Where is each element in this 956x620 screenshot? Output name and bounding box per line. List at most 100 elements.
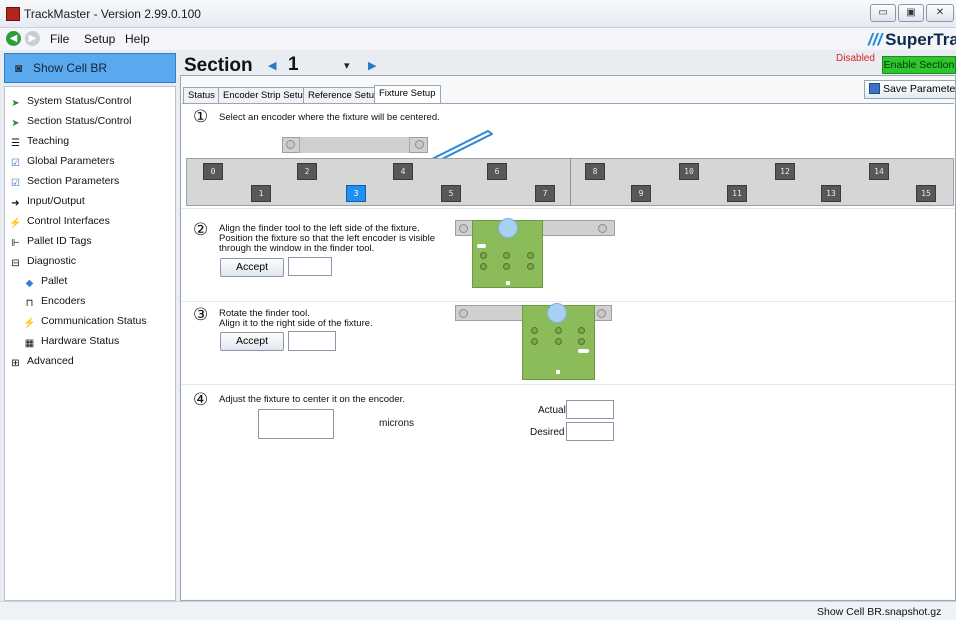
menu-help[interactable]: Help [125,32,150,46]
encoder-button-5[interactable]: 5 [441,185,461,202]
sidebar-item-label: Advanced [27,355,74,367]
sidebar-item-label: Pallet ID Tags [27,235,92,247]
section-prev-button[interactable]: ◀ [268,59,276,72]
encoder-button-14[interactable]: 14 [869,163,889,180]
teaching-icon: ☰ [11,138,20,149]
adjust-value-field[interactable] [258,409,334,439]
sidebar-item-input-output[interactable]: ➜ Input/Output [9,191,179,211]
fixture-slot [477,244,486,248]
checkbox-icon: ☑ [11,158,20,169]
status-arrow-icon: ➤ [11,98,20,109]
collapse-minus-icon[interactable]: ⊟ [9,258,22,270]
sidebar-item-encoders[interactable]: ⊓ Encoders [23,291,193,311]
show-cell-button[interactable]: ◙ Show Cell BR [4,53,176,83]
sidebar-item-diagnostic[interactable]: ⊟ Diagnostic [9,251,179,271]
sidebar-item-teaching[interactable]: ☰ Teaching [9,131,179,151]
sidebar-item-label: Hardware Status [41,335,120,347]
encoder-button-13[interactable]: 13 [821,185,841,202]
encoder-button-2[interactable]: 2 [297,163,317,180]
sidebar-item-label: Teaching [27,135,70,147]
fixture-marker [556,370,560,374]
app-logo-icon [6,7,20,21]
section-next-button[interactable]: ▶ [368,59,376,72]
tab-status[interactable]: Status [183,87,220,103]
fixture-hole [503,263,510,270]
expand-plus-icon[interactable]: ⊞ [9,358,22,370]
sidebar-item-pallet[interactable]: ◆ Pallet [23,271,193,291]
tab-fixture-setup[interactable]: Fixture Setup [374,85,441,104]
save-parameters-button[interactable]: Save Parameters [864,80,956,99]
tab-reference-setup[interactable]: Reference Setup [303,87,385,103]
sidebar-item-label: System Status/Control [27,95,132,107]
fixture-hole [527,263,534,270]
fixture-hole [578,338,585,345]
step-3-accept-button[interactable]: Accept [220,332,284,351]
finder-right-dot [598,224,607,233]
encoder-button-9[interactable]: 9 [631,185,651,202]
fixture-marker [506,281,510,285]
step-divider [182,384,954,385]
status-arrow-icon: ➤ [11,118,20,129]
step-2-value-field[interactable] [288,257,332,276]
section-number[interactable]: 1 [288,54,299,76]
encoder-button-1[interactable]: 1 [251,185,271,202]
encoder-button-7[interactable]: 7 [535,185,555,202]
encoder-icon: ⊓ [25,298,34,309]
close-button[interactable]: ✕ [926,4,954,22]
sidebar-item-global-parameters[interactable]: ☑ Global Parameters [9,151,179,171]
fixture-hole [555,338,562,345]
save-parameters-label: Save Parameters [883,83,956,95]
desired-label: Desired [530,427,565,438]
encoder-button-3[interactable]: 3 [346,185,366,202]
sidebar-item-system-status[interactable]: ➤ System Status/Control [9,91,179,111]
desired-value-field[interactable] [566,422,614,441]
tab-encoder-strip-setup[interactable]: Encoder Strip Setup [218,87,314,103]
menu-file[interactable]: File [50,32,69,46]
sidebar-item-hardware-status[interactable]: ▦ Hardware Status [23,331,193,351]
sidebar-item-label: Control Interfaces [27,215,110,227]
sidebar-item-control-interfaces[interactable]: ⚡ Control Interfaces [9,211,179,231]
minimize-button[interactable]: ▭ [870,4,896,22]
brand-name: SuperTrak [885,30,956,49]
step-3-value-field[interactable] [288,331,336,351]
interface-icon: ⚡ [9,218,22,229]
window-title: TrackMaster - Version 2.99.0.100 [24,7,201,21]
back-arrow-icon[interactable]: ◀ [6,31,21,46]
encoder-button-8[interactable]: 8 [585,163,605,180]
brand-slash-icon: /// [868,30,883,49]
sidebar-tree: ➤ System Status/Control ➤ Section Status/C… [4,86,176,601]
forward-arrow-icon[interactable]: ▶ [25,31,40,46]
encoder-button-15[interactable]: 15 [916,185,936,202]
encoder-button-11[interactable]: 11 [727,185,747,202]
maximize-button[interactable]: ▣ [898,4,924,22]
step-3-line-2: Align it to the right side of the fixtur… [219,318,373,329]
section-dropdown-icon[interactable]: ▾ [344,59,350,72]
sidebar-item-label: Communication Status [41,315,147,327]
sidebar-item-label: Input/Output [27,195,85,207]
encoder-button-0[interactable]: 0 [203,163,223,180]
step-2-line-3: through the window in the finder tool. [219,243,375,254]
step-4-number: ④ [193,390,209,409]
sidebar-item-communication-status[interactable]: ⚡ Communication Status [23,311,193,331]
step-2-accept-button[interactable]: Accept [220,258,284,277]
sidebar-item-advanced[interactable]: ⊞ Advanced [9,351,179,371]
actual-value-field[interactable] [566,400,614,419]
section-status-label: Disabled [836,53,875,64]
menu-setup[interactable]: Setup [84,32,115,46]
encoder-button-6[interactable]: 6 [487,163,507,180]
encoder-button-12[interactable]: 12 [775,163,795,180]
step-divider [182,208,954,209]
communication-icon: ⚡ [23,318,36,329]
encoder-button-4[interactable]: 4 [393,163,413,180]
sidebar-item-section-status[interactable]: ➤ Section Status/Control [9,111,179,131]
encoder-button-10[interactable]: 10 [679,163,699,180]
hardware-icon: ▦ [24,338,35,349]
finder-window-circle [547,303,567,323]
enable-section-button[interactable]: Enable Section [882,56,956,74]
finder-left-dot [459,224,468,233]
camera-icon: ◙ [15,61,23,75]
sidebar-item-pallet-id-tags[interactable]: ⊩ Pallet ID Tags [9,231,179,251]
sidebar-item-section-parameters[interactable]: ☑ Section Parameters [9,171,179,191]
finder-left-dot [286,140,295,149]
finder-right-dot [597,309,606,318]
